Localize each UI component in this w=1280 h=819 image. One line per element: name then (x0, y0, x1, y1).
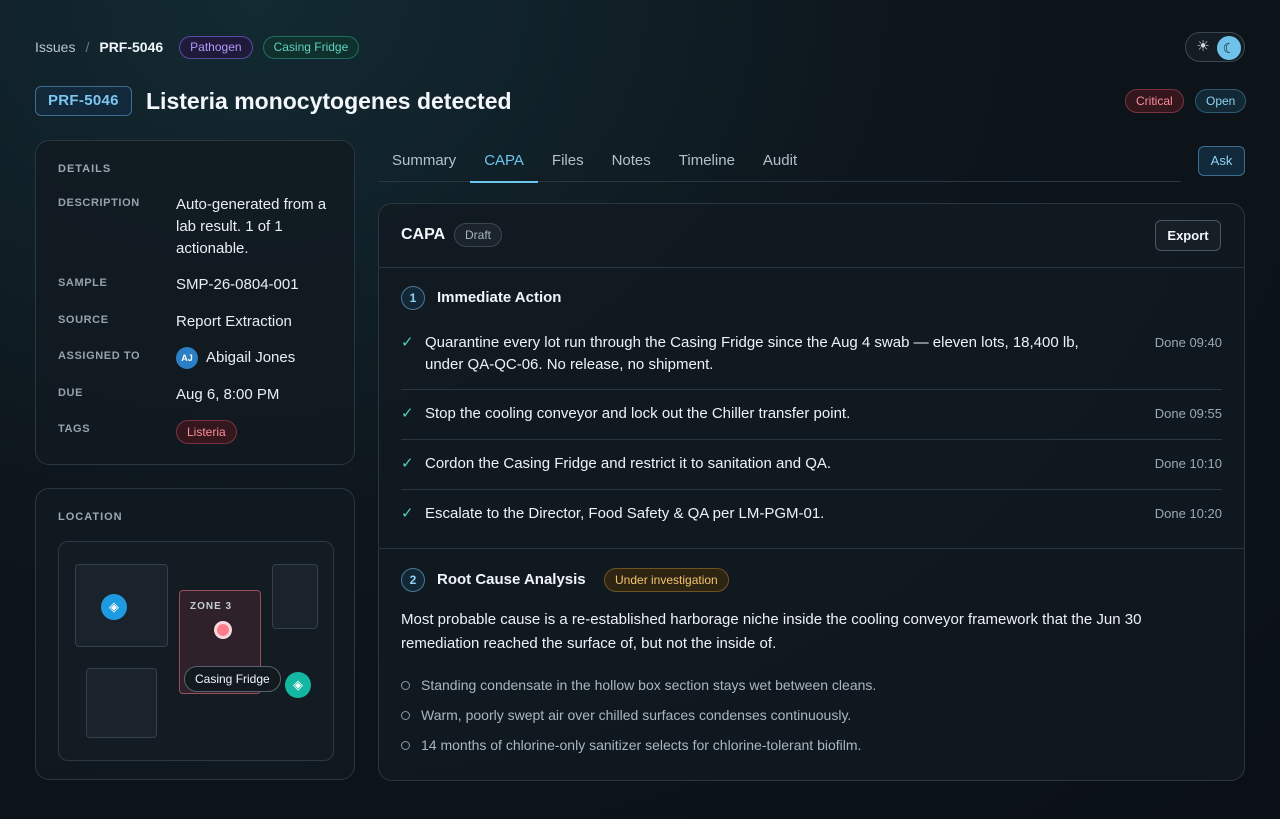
tab-bar: Summary CAPA Files Notes Timeline Audit (378, 144, 1181, 183)
list-item: ✓ Stop the cooling conveyor and lock out… (401, 390, 1222, 440)
rca-factor-text: Warm, poorly swept air over chilled surf… (421, 707, 852, 723)
section-divider (379, 548, 1244, 549)
detail-value-sample[interactable]: SMP-26-0804-001 (176, 274, 338, 296)
issue-id-badge: PRF-5046 (35, 86, 132, 116)
rca-status-badge: Under investigation (604, 568, 729, 592)
location-card: LOCATION ZONE 3 ◈ ◈ Casing Fridge (35, 488, 355, 780)
tag-casing-fridge[interactable]: Casing Fridge (262, 35, 360, 59)
details-card: DETAILS DESCRIPTION Auto-generated from … (35, 140, 355, 465)
detail-value-source: Report Extraction (176, 313, 292, 330)
breadcrumb-current: PRF-5046 (99, 39, 164, 55)
detail-row-sample: SAMPLE SMP-26-0804-001 (58, 274, 338, 296)
rca-factor-text: Standing condensate in the hollow box se… (421, 677, 877, 693)
immediate-action-list: ✓ Quarantine every lot run through the C… (401, 322, 1222, 540)
list-item: ✓ Cordon the Casing Fridge and restrict … (401, 440, 1222, 490)
action-time: Done 10:10 (1154, 456, 1222, 471)
check-icon: ✓ (401, 405, 414, 422)
severity-badge: Critical (1125, 89, 1184, 113)
list-item: 14 months of chlorine-only sanitizer sel… (401, 730, 1201, 760)
breadcrumb-separator: / (85, 39, 90, 55)
rca-factor-text: 14 months of chlorine-only sanitizer sel… (421, 737, 862, 753)
avatar: AJ (176, 347, 198, 370)
breadcrumb: Issues / PRF-5046 Pathogen Casing Fridge (35, 35, 360, 59)
action-text: Quarantine every lot run through the Cas… (425, 334, 1079, 373)
map-room (272, 564, 318, 629)
tag-listeria[interactable]: Listeria (176, 420, 237, 444)
detail-row-tags: TAGS Listeria (58, 420, 338, 444)
detail-row-assignee: ASSIGNED TO AJ Abigail Jones (58, 347, 338, 370)
capa-title: CAPA (401, 226, 446, 243)
capa-status-badge: Draft (454, 223, 503, 247)
rca-factor-list: Standing condensate in the hollow box se… (401, 670, 1201, 760)
action-time: Done 10:20 (1154, 506, 1222, 521)
bullet-icon (401, 740, 410, 750)
detail-row-due: DUE Aug 6, 8:00 PM (58, 384, 338, 406)
map-tooltip: Casing Fridge (184, 666, 281, 692)
detail-label: ASSIGNED TO (58, 350, 141, 362)
list-item: ✓ Escalate to the Director, Food Safety … (401, 490, 1222, 540)
assignee[interactable]: AJ Abigail Jones (176, 347, 338, 370)
facility-map[interactable]: ZONE 3 ◈ ◈ Casing Fridge (58, 541, 334, 761)
step-number-badge: 2 (401, 568, 425, 592)
breadcrumb-issues-link[interactable]: Issues (35, 39, 75, 55)
check-icon: ✓ (401, 505, 414, 522)
list-item: Standing condensate in the hollow box se… (401, 670, 1201, 700)
immediate-action-title: Immediate Action (437, 289, 562, 306)
capa-header: CAPA Draft Export (379, 204, 1244, 268)
theme-toggle[interactable]: ☀ ☾ (1185, 32, 1245, 62)
detail-value-description: Auto-generated from a lab result. 1 of 1… (176, 196, 327, 257)
status-badge: Open (1195, 89, 1247, 113)
tab-notes[interactable]: Notes (598, 144, 665, 182)
action-text: Stop the cooling conveyor and lock out t… (425, 405, 851, 422)
action-time: Done 09:40 (1154, 335, 1222, 350)
check-icon: ✓ (401, 334, 414, 351)
detail-label: TAGS (58, 423, 91, 435)
detail-label: SAMPLE (58, 277, 108, 289)
action-text: Cordon the Casing Fridge and restrict it… (425, 455, 832, 472)
tab-summary[interactable]: Summary (378, 144, 470, 182)
detail-label: SOURCE (58, 314, 109, 326)
bullet-icon (401, 710, 410, 720)
location-heading: LOCATION (58, 511, 123, 523)
rca-summary: Most probable cause is a re-established … (401, 611, 1142, 652)
sun-icon[interactable]: ☀ (1195, 39, 1211, 55)
detail-value-due: Aug 6, 8:00 PM (176, 386, 280, 403)
action-time: Done 09:55 (1154, 406, 1222, 421)
detail-label: DESCRIPTION (58, 197, 140, 209)
detail-row-source: SOURCE Report Extraction (58, 311, 338, 333)
assignee-name: Abigail Jones (206, 349, 296, 366)
page-title: Listeria monocytogenes detected (146, 88, 512, 114)
moon-icon[interactable]: ☾ (1217, 36, 1241, 60)
bullet-icon (401, 680, 410, 690)
detection-pin-icon[interactable] (214, 621, 232, 639)
ask-button[interactable]: Ask (1198, 146, 1245, 176)
tab-capa[interactable]: CAPA (470, 144, 538, 183)
teal-location-marker-icon[interactable]: ◈ (285, 672, 311, 698)
detail-row-description: DESCRIPTION Auto-generated from a lab re… (58, 194, 338, 260)
details-heading: DETAILS (58, 163, 112, 175)
tag-pathogen[interactable]: Pathogen (179, 35, 253, 59)
blue-location-marker-icon[interactable]: ◈ (101, 594, 127, 620)
tab-files[interactable]: Files (538, 144, 598, 182)
detail-label: DUE (58, 387, 84, 399)
export-button[interactable]: Export (1155, 220, 1221, 251)
map-room (86, 668, 157, 738)
list-item: Warm, poorly swept air over chilled surf… (401, 700, 1201, 730)
step-number-badge: 1 (401, 286, 425, 310)
zone-label: ZONE 3 (190, 601, 233, 612)
tab-audit[interactable]: Audit (749, 144, 811, 182)
check-icon: ✓ (401, 455, 414, 472)
tab-timeline[interactable]: Timeline (665, 144, 749, 182)
root-cause-title: Root Cause Analysis (437, 571, 586, 588)
list-item: ✓ Quarantine every lot run through the C… (401, 322, 1222, 390)
capa-panel: CAPA Draft Export 1 Immediate Action ✓ Q… (378, 203, 1245, 781)
action-text: Escalate to the Director, Food Safety & … (425, 505, 825, 522)
